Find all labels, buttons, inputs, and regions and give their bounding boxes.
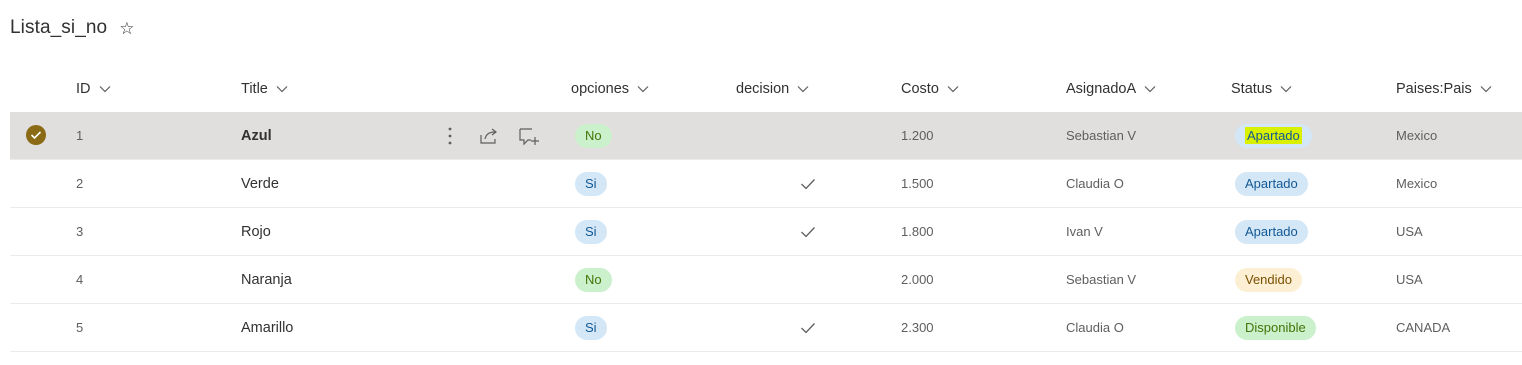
cell-title[interactable]: Naranja [241, 256, 292, 303]
cell-status: Disponible [1235, 304, 1316, 351]
table-row[interactable]: 5 Amarillo Si 2.300 Claudia O Disponible… [10, 304, 1522, 352]
cell-opciones: No [575, 112, 612, 159]
table-row[interactable]: 3 Rojo Si 1.800 Ivan V Apartado USA [10, 208, 1522, 256]
cell-pais: Mexico [1396, 128, 1438, 143]
column-header-id[interactable]: ID [76, 70, 111, 108]
cell-decision [800, 304, 816, 351]
table-row[interactable]: 4 Naranja No 2.000 Sebastian V Vendido U… [10, 256, 1522, 304]
cell-id: 2 [76, 176, 84, 191]
cell-pais: USA [1396, 272, 1423, 287]
column-header-label: ID [76, 81, 91, 97]
checkmark-icon [801, 226, 815, 237]
checkmark-circle-icon[interactable] [26, 125, 46, 145]
cell-asignadoa: Ivan V [1066, 224, 1103, 239]
cell-status: Apartado [1235, 112, 1312, 159]
cell-title[interactable]: Rojo [241, 208, 271, 255]
cell-title[interactable]: Azul [241, 112, 272, 159]
cell-status: Apartado [1235, 208, 1308, 255]
cell-costo: 1.800 [901, 224, 934, 239]
highlighted-text: Apartado [1245, 126, 1302, 144]
cell-pais: Mexico [1396, 176, 1438, 191]
choice-pill: Si [575, 315, 607, 340]
chevron-down-icon [1144, 86, 1156, 93]
cell-opciones: Si [575, 304, 607, 351]
chevron-down-icon [1280, 86, 1292, 93]
column-header-asignadoa[interactable]: AsignadoA [1066, 70, 1156, 108]
column-header-opciones[interactable]: opciones [571, 70, 649, 108]
status-badge: Apartado [1235, 219, 1308, 244]
cell-id: 5 [76, 320, 84, 335]
cell-title[interactable]: Amarillo [241, 304, 293, 351]
share-icon[interactable] [477, 124, 501, 148]
cell-id: 3 [76, 224, 84, 239]
chevron-down-icon [797, 86, 809, 93]
cell-costo: 2.000 [901, 272, 934, 287]
cell-pais: CANADA [1396, 320, 1451, 335]
list-header: Lista_si_no ☆ [10, 14, 134, 42]
column-header-row: ID Title opciones decision Costo Asignad… [10, 70, 1522, 108]
checkmark-icon [801, 322, 815, 333]
column-header-label: Costo [901, 81, 939, 97]
status-badge: Disponible [1235, 315, 1316, 340]
chevron-down-icon [637, 86, 649, 93]
add-comment-icon[interactable] [517, 124, 541, 148]
star-outline-icon[interactable]: ☆ [119, 20, 134, 37]
status-badge: Vendido [1235, 267, 1302, 292]
choice-pill: Si [575, 219, 607, 244]
column-header-label: AsignadoA [1066, 81, 1137, 97]
cell-asignadoa: Claudia O [1066, 176, 1124, 191]
cell-decision [800, 160, 816, 207]
cell-opciones: No [575, 256, 612, 303]
chevron-down-icon [276, 86, 288, 93]
column-header-decision[interactable]: decision [736, 70, 809, 108]
cell-opciones: Si [575, 208, 607, 255]
chevron-down-icon [99, 86, 110, 93]
cell-asignadoa: Sebastian V [1066, 128, 1137, 143]
cell-pais: USA [1396, 224, 1423, 239]
cell-status: Vendido [1235, 256, 1302, 303]
list-rows: 1 Azul No 1.200 Sebastian V Apartado Mex… [10, 112, 1522, 352]
page-title: Lista_si_no [10, 17, 108, 38]
cell-asignadoa: Sebastian V [1066, 272, 1137, 287]
cell-asignadoa: Claudia O [1066, 320, 1124, 335]
checkmark-icon [801, 178, 815, 189]
cell-status: Apartado [1235, 160, 1308, 207]
chevron-down-icon [1480, 86, 1492, 93]
column-header-label: opciones [571, 81, 630, 97]
chevron-down-icon [947, 86, 959, 93]
choice-pill: No [575, 123, 612, 148]
column-header-label: Status [1231, 81, 1273, 97]
cell-id: 1 [76, 128, 84, 143]
cell-title[interactable]: Verde [241, 160, 279, 207]
column-header-label: Paises:Pais [1396, 81, 1472, 97]
cell-costo: 2.300 [901, 320, 934, 335]
column-header-label: decision [736, 81, 790, 97]
cell-opciones: Si [575, 160, 607, 207]
cell-costo: 1.200 [901, 128, 934, 143]
column-header-paises[interactable]: Paises:Pais [1396, 70, 1492, 108]
column-header-label: Title [241, 81, 268, 97]
choice-pill: No [575, 267, 612, 292]
column-header-status[interactable]: Status [1231, 70, 1292, 108]
column-header-title[interactable]: Title [241, 70, 288, 108]
status-badge: Apartado [1235, 171, 1308, 196]
cell-id: 4 [76, 272, 84, 287]
column-header-costo[interactable]: Costo [901, 70, 959, 108]
table-row[interactable]: 1 Azul No 1.200 Sebastian V Apartado Mex… [10, 112, 1522, 160]
more-vertical-icon[interactable] [438, 124, 462, 148]
table-row[interactable]: 2 Verde Si 1.500 Claudia O Apartado Mexi… [10, 160, 1522, 208]
choice-pill: Si [575, 171, 607, 196]
cell-costo: 1.500 [901, 176, 934, 191]
status-badge: Apartado [1235, 123, 1312, 148]
cell-decision [800, 208, 816, 255]
